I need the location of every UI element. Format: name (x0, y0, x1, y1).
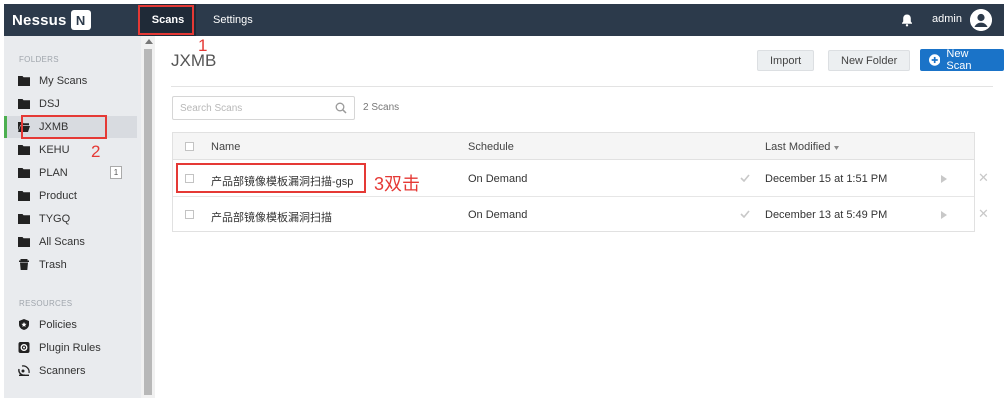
new-scan-label: New Scan (946, 48, 972, 72)
sidebar-item-my-scans[interactable]: My Scans (4, 70, 137, 92)
satellite-icon (18, 365, 30, 376)
sidebar-item-kehu[interactable]: KEHU (4, 139, 137, 161)
scan-name[interactable]: 产品部镜像模板漏洞扫描 (211, 209, 332, 225)
annotation-box-jxmb (21, 115, 107, 139)
user-name[interactable]: admin (932, 13, 962, 25)
plus-circle-icon (929, 54, 941, 66)
select-all-checkbox[interactable] (185, 142, 194, 151)
sidebar-item-plugin-rules[interactable]: Plugin Rules (4, 337, 137, 359)
search-input[interactable] (173, 97, 323, 119)
search-box[interactable] (172, 96, 355, 120)
scroll-up-arrow-icon[interactable] (145, 39, 153, 44)
sort-descending-icon[interactable] (834, 146, 839, 150)
sidebar-item-trash[interactable]: Trash (4, 254, 137, 276)
annotation-box-scan-row (176, 163, 366, 193)
sidebar: FOLDERS My Scans DSJ JXMB KEHU PLAN 1 Pr… (4, 36, 155, 398)
page-title: JXMB (171, 51, 217, 70)
new-scan-button[interactable]: New Scan (920, 48, 1004, 72)
checkmark-icon (740, 174, 750, 182)
folder-icon (18, 214, 30, 224)
nessus-logo[interactable]: Nessus N (12, 10, 91, 30)
launch-icon[interactable] (941, 211, 947, 219)
sidebar-item-product[interactable]: Product (4, 185, 137, 207)
folder-icon (18, 145, 30, 155)
user-avatar-icon[interactable] (970, 9, 992, 31)
sidebar-item-policies[interactable]: Policies (4, 314, 137, 336)
annotation-box-scans (138, 5, 194, 35)
sidebar-item-label: Trash (39, 259, 67, 271)
launch-icon[interactable] (941, 175, 947, 183)
column-header-name[interactable]: Name (211, 141, 240, 153)
shield-icon (19, 319, 29, 330)
sidebar-item-label: Plugin Rules (39, 342, 101, 354)
folders-section-header: FOLDERS (19, 55, 59, 64)
delete-icon[interactable]: ✕ (978, 170, 989, 186)
scan-schedule: On Demand (468, 173, 528, 185)
resources-section-header: RESOURCES (19, 299, 73, 308)
sidebar-item-label: All Scans (39, 236, 85, 248)
folder-icon (18, 99, 30, 109)
logo-text: Nessus (12, 11, 67, 29)
sidebar-item-label: KEHU (39, 144, 70, 156)
folder-icon (18, 168, 30, 178)
sidebar-item-label: DSJ (39, 98, 60, 110)
scan-last-modified: December 13 at 5:49 PM (765, 209, 888, 221)
scan-last-modified: December 15 at 1:51 PM (765, 173, 888, 185)
new-folder-button[interactable]: New Folder (828, 50, 911, 71)
annotation-step-1: 1 (198, 36, 208, 55)
sidebar-item-all-scans[interactable]: All Scans (4, 231, 137, 253)
plugin-icon (18, 342, 30, 353)
table-row[interactable]: 产品部镜像模板漏洞扫描 On Demand December 13 at 5:4… (173, 197, 989, 233)
sidebar-item-label: Policies (39, 319, 77, 331)
sidebar-item-plan[interactable]: PLAN 1 (4, 162, 137, 184)
unread-count-badge: 1 (110, 166, 122, 179)
folder-icon (18, 237, 30, 247)
sidebar-scroll-thumb[interactable] (144, 49, 152, 395)
sidebar-item-label: Product (39, 190, 77, 202)
header-divider (171, 86, 993, 87)
annotation-step-2: 2 (91, 142, 101, 161)
main-content: JXMB Import New Folder New Scan 2 Scans … (155, 36, 1004, 398)
sidebar-item-dsj[interactable]: DSJ (4, 93, 137, 115)
delete-icon[interactable]: ✕ (978, 206, 989, 222)
scan-count: 2 Scans (363, 102, 400, 113)
column-header-last-modified[interactable]: Last Modified (765, 141, 830, 153)
sidebar-item-label: TYGQ (39, 213, 71, 225)
sidebar-item-scanners[interactable]: Scanners (4, 360, 137, 382)
table-header: Name Schedule Last Modified (173, 133, 974, 160)
trash-icon (19, 259, 29, 270)
folder-icon (18, 76, 30, 86)
column-header-schedule[interactable]: Schedule (468, 141, 514, 153)
row-checkbox[interactable] (185, 210, 194, 219)
annotation-step-3-double-click: 3双击 (374, 174, 421, 194)
sidebar-item-tygq[interactable]: TYGQ (4, 208, 137, 230)
sidebar-item-label: My Scans (39, 75, 88, 87)
scan-schedule: On Demand (468, 209, 528, 221)
logo-badge-icon: N (70, 10, 91, 30)
search-icon[interactable] (335, 102, 347, 114)
bell-icon[interactable] (900, 13, 914, 27)
folder-icon (18, 191, 30, 201)
checkmark-icon (740, 210, 750, 218)
tab-settings[interactable]: Settings (213, 4, 253, 36)
import-button[interactable]: Import (757, 50, 815, 71)
sidebar-item-label: Scanners (39, 365, 86, 377)
sidebar-item-label: PLAN (39, 167, 68, 179)
